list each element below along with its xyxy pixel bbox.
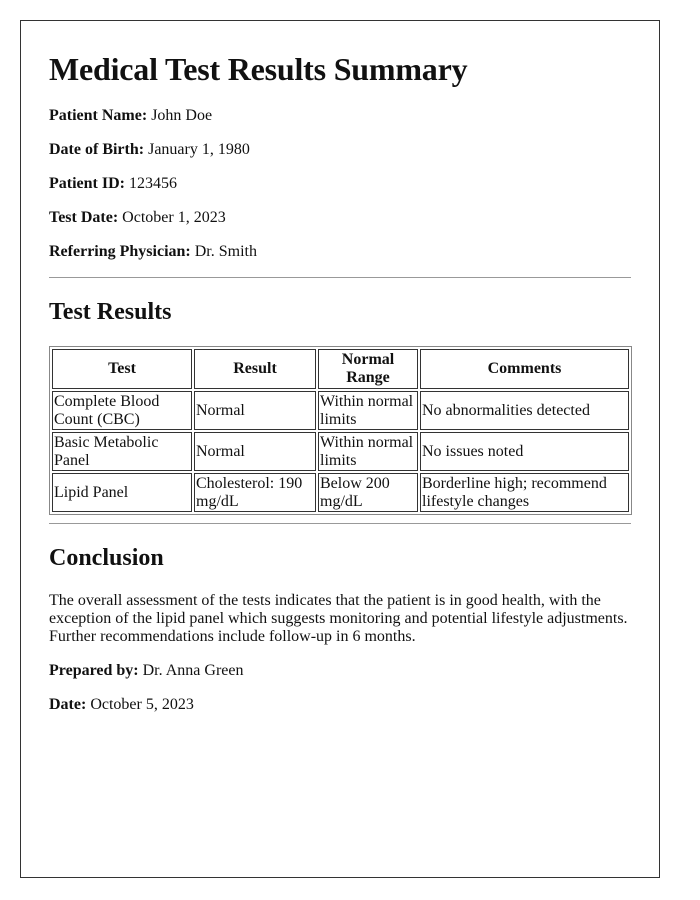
patient-name-label: Patient Name: bbox=[49, 107, 148, 124]
patient-name: Patient Name: John Doe bbox=[49, 107, 631, 125]
patient-name-value: John Doe bbox=[151, 107, 213, 124]
cell-test: Basic Metabolic Panel bbox=[52, 432, 192, 471]
cell-normal-range: Below 200 mg/dL bbox=[318, 473, 418, 512]
header-normal-range: Normal Range bbox=[318, 349, 418, 389]
header-test: Test bbox=[52, 349, 192, 389]
conclusion-text: The overall assessment of the tests indi… bbox=[49, 592, 628, 645]
prepared-by-label: Prepared by: bbox=[49, 662, 139, 679]
divider bbox=[49, 523, 631, 524]
report-date: Date: October 5, 2023 bbox=[49, 696, 631, 714]
cell-normal-range: Within normal limits bbox=[318, 432, 418, 471]
cell-result: Cholesterol: 190 mg/dL bbox=[194, 473, 316, 512]
test-results-heading: Test Results bbox=[49, 299, 172, 325]
referring-physician: Referring Physician: Dr. Smith bbox=[49, 243, 631, 261]
test-date-value: October 1, 2023 bbox=[122, 209, 226, 226]
table-row: Basic Metabolic Panel Normal Within norm… bbox=[52, 432, 629, 471]
conclusion-heading: Conclusion bbox=[49, 545, 164, 571]
dob-value: January 1, 1980 bbox=[148, 141, 250, 158]
patient-id-value: 123456 bbox=[128, 175, 177, 192]
cell-test: Complete Blood Count (CBC) bbox=[52, 391, 192, 430]
report-date-value: October 5, 2023 bbox=[90, 696, 194, 713]
cell-normal-range: Within normal limits bbox=[318, 391, 418, 430]
cell-comments: No abnormalities detected bbox=[420, 391, 629, 430]
table-row: Lipid Panel Cholesterol: 190 mg/dL Below… bbox=[52, 473, 629, 512]
results-table: Test Result Normal Range Comments Comple… bbox=[49, 346, 632, 515]
page-title: Medical Test Results Summary bbox=[49, 51, 468, 87]
report-date-label: Date: bbox=[49, 696, 87, 713]
cell-result: Normal bbox=[194, 391, 316, 430]
referring-physician-label: Referring Physician: bbox=[49, 243, 191, 260]
patient-id: Patient ID: 123456 bbox=[49, 175, 631, 193]
cell-result: Normal bbox=[194, 432, 316, 471]
dob-label: Date of Birth: bbox=[49, 141, 145, 158]
test-date: Test Date: October 1, 2023 bbox=[49, 209, 631, 227]
table-row: Complete Blood Count (CBC) Normal Within… bbox=[52, 391, 629, 430]
patient-id-label: Patient ID: bbox=[49, 175, 125, 192]
document-container: Medical Test Results Summary Patient Nam… bbox=[20, 20, 660, 878]
header-comments: Comments bbox=[420, 349, 629, 389]
date-of-birth: Date of Birth: January 1, 1980 bbox=[49, 141, 631, 159]
table-header-row: Test Result Normal Range Comments bbox=[52, 349, 629, 389]
referring-physician-value: Dr. Smith bbox=[194, 243, 257, 260]
prepared-by: Prepared by: Dr. Anna Green bbox=[49, 662, 631, 680]
header-result: Result bbox=[194, 349, 316, 389]
test-date-label: Test Date: bbox=[49, 209, 119, 226]
cell-comments: Borderline high; recommend lifestyle cha… bbox=[420, 473, 629, 512]
divider bbox=[49, 277, 631, 278]
cell-test: Lipid Panel bbox=[52, 473, 192, 512]
prepared-by-value: Dr. Anna Green bbox=[142, 662, 244, 679]
cell-comments: No issues noted bbox=[420, 432, 629, 471]
